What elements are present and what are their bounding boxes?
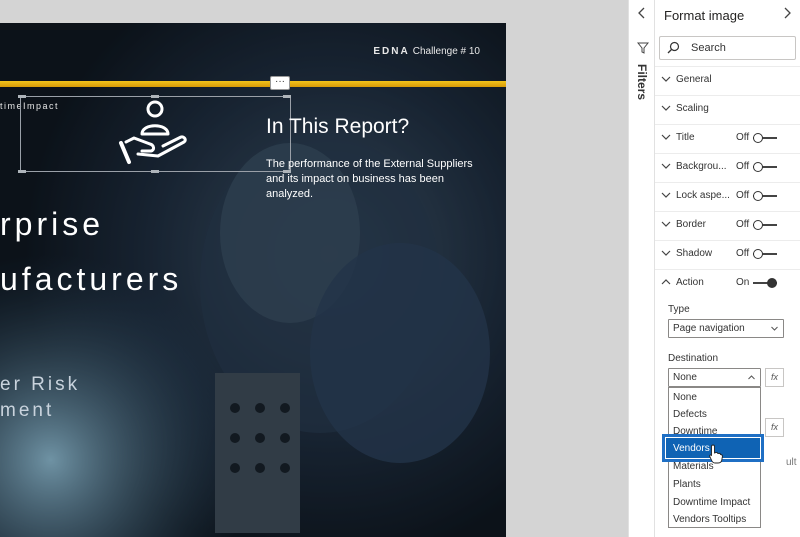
option-vendors-tooltips[interactable]: Vendors Tooltips: [673, 514, 746, 525]
section-background[interactable]: Backgrou... Off: [655, 153, 800, 181]
filters-label[interactable]: Filters: [635, 64, 649, 100]
section-title[interactable]: Title Off: [655, 124, 800, 152]
partial-text: ult: [786, 457, 797, 468]
destination-dropdown[interactable]: None: [668, 368, 761, 387]
more-options-button[interactable]: ···: [270, 76, 290, 90]
funnel-icon: [637, 42, 649, 54]
report-subtitle-line2: ment: [0, 400, 55, 421]
toggle-state: Off: [736, 132, 750, 143]
section-label: Border: [676, 219, 707, 230]
report-question-title: In This Report?: [266, 115, 410, 138]
search-input[interactable]: Search: [659, 36, 796, 60]
hand-cursor-icon: [709, 444, 723, 464]
search-icon: [667, 41, 680, 54]
filters-pane-collapsed[interactable]: Filters: [628, 0, 655, 537]
chevron-up-icon: [661, 279, 671, 285]
search-placeholder: Search: [691, 42, 726, 54]
chevron-down-icon: [661, 221, 671, 227]
report-title-line1: rprise: [0, 206, 105, 242]
option-materials[interactable]: Materials: [673, 461, 714, 472]
toggle-state: Off: [736, 219, 750, 230]
chevron-down-icon: [661, 192, 671, 198]
chevron-down-icon: [661, 134, 671, 140]
lock-aspect-toggle[interactable]: [753, 191, 777, 201]
chevron-down-icon: [661, 76, 671, 82]
section-shadow[interactable]: Shadow Off: [655, 240, 800, 268]
option-downtime-impact[interactable]: Downtime Impact: [673, 497, 750, 508]
brand-name: EDNA: [373, 46, 410, 57]
resize-handle[interactable]: [18, 170, 26, 173]
section-border[interactable]: Border Off: [655, 211, 800, 239]
brand-header: EDNA Challenge # 10: [373, 46, 480, 57]
option-vendors-label: Vendors: [673, 443, 710, 454]
section-lock-aspect[interactable]: Lock aspe... Off: [655, 182, 800, 210]
report-page[interactable]: EDNA Challenge # 10 timeImpact ··· In Thi…: [0, 23, 506, 537]
toggle-state: Off: [736, 248, 750, 259]
fx-button[interactable]: fx: [765, 418, 784, 437]
section-label: General: [676, 74, 712, 85]
type-label: Type: [668, 304, 690, 315]
shadow-toggle[interactable]: [753, 249, 777, 259]
destination-label: Destination: [668, 353, 719, 364]
section-label: Backgrou...: [676, 161, 727, 172]
option-none[interactable]: None: [673, 392, 697, 403]
challenge-label: Challenge # 10: [412, 46, 480, 57]
option-defects[interactable]: Defects: [673, 409, 707, 420]
border-toggle[interactable]: [753, 220, 777, 230]
resize-handle[interactable]: [151, 170, 159, 173]
resize-handle[interactable]: [18, 95, 26, 98]
section-label: Shadow: [676, 248, 713, 259]
section-label: Scaling: [676, 103, 709, 114]
type-dropdown[interactable]: Page navigation: [668, 319, 784, 338]
chevron-down-icon: [661, 105, 671, 111]
destination-fx-button[interactable]: fx: [765, 368, 784, 387]
chevron-left-icon[interactable]: [637, 6, 647, 20]
background-toggle[interactable]: [753, 162, 777, 172]
report-canvas: EDNA Challenge # 10 timeImpact ··· In Thi…: [0, 0, 628, 537]
chevron-down-icon: [661, 163, 671, 169]
chevron-down-icon: [771, 326, 778, 331]
chevron-right-icon[interactable]: [782, 6, 792, 20]
chevron-up-icon: [748, 375, 755, 380]
report-title-line2: ufacturers: [0, 261, 183, 297]
report-description: The performance of the External Supplier…: [266, 158, 473, 200]
section-general[interactable]: General: [655, 66, 800, 94]
resize-handle[interactable]: [283, 95, 291, 98]
toggle-state: On: [736, 277, 750, 288]
option-plants[interactable]: Plants: [673, 479, 701, 490]
hand-person-icon: [119, 100, 187, 164]
chevron-down-icon: [661, 250, 671, 256]
pane-title: Format image: [664, 8, 745, 23]
section-scaling[interactable]: Scaling: [655, 95, 800, 123]
destination-dropdown-value: None: [673, 372, 697, 383]
toggle-state: Off: [736, 190, 750, 201]
section-label: Action: [676, 277, 704, 288]
section-label: Title: [676, 132, 695, 143]
accent-bar: [0, 81, 506, 87]
section-label: Lock aspe...: [676, 190, 730, 201]
type-dropdown-value: Page navigation: [673, 323, 745, 334]
title-toggle[interactable]: [753, 133, 777, 143]
section-action[interactable]: Action On: [655, 269, 800, 297]
action-toggle[interactable]: [753, 278, 777, 288]
toggle-state: Off: [736, 161, 750, 172]
report-subtitle-line1: er Risk: [0, 374, 81, 395]
